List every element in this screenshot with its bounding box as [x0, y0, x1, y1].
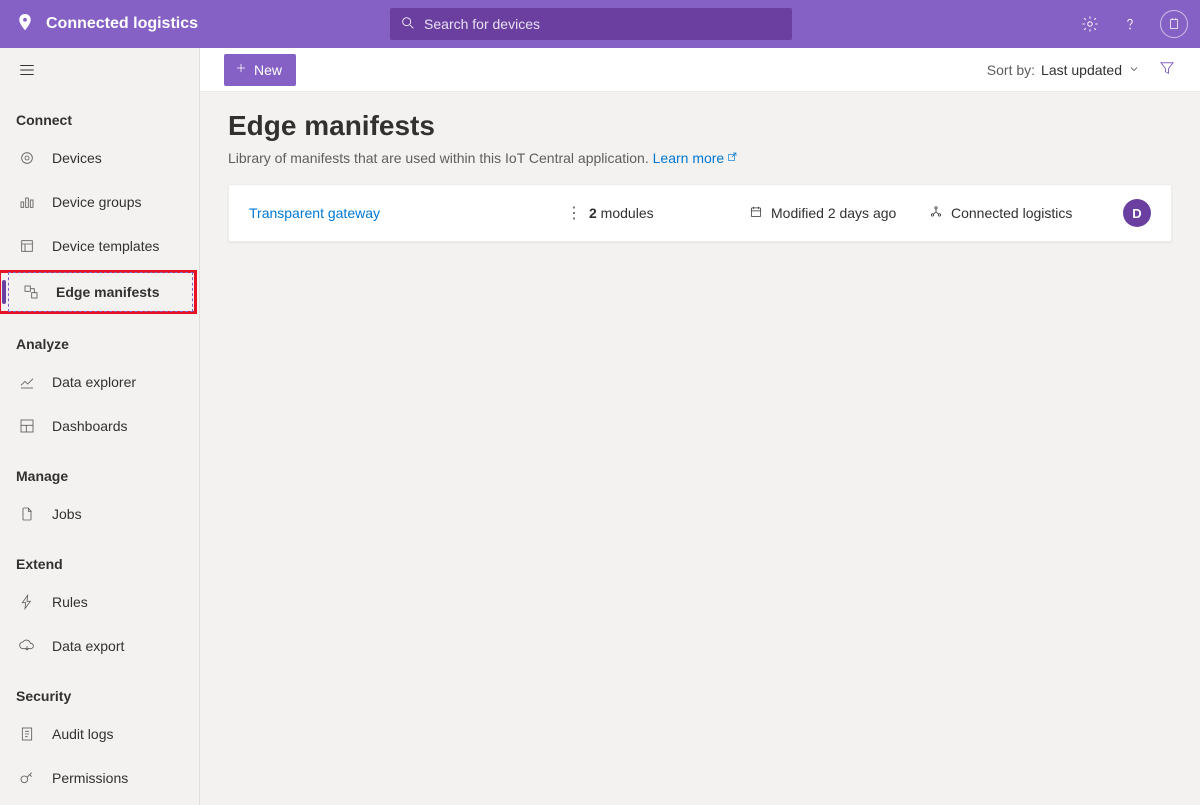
permissions-icon: [18, 769, 36, 787]
subtitle-text: Library of manifests that are used withi…: [228, 150, 653, 166]
org-icon: [929, 205, 943, 222]
nav-section-security: Security: [0, 668, 199, 712]
page-subtitle: Library of manifests that are used withi…: [228, 150, 1172, 166]
nav-item-jobs[interactable]: Jobs: [0, 492, 199, 536]
devices-icon: [18, 149, 36, 167]
manifest-modified: Modified 2 days ago: [749, 205, 929, 222]
nav-item-permissions[interactable]: Permissions: [0, 756, 199, 800]
nav-item-data-export[interactable]: Data export: [0, 624, 199, 668]
nav-item-rules[interactable]: Rules: [0, 580, 199, 624]
chevron-down-icon: [1128, 62, 1140, 78]
sort-label: Sort by:: [987, 62, 1035, 78]
content: Edge manifests Library of manifests that…: [200, 92, 1200, 260]
nav-label: Data explorer: [52, 374, 136, 390]
nav-label: Jobs: [52, 506, 82, 522]
hamburger-menu[interactable]: [0, 48, 199, 92]
org-name: Connected logistics: [951, 205, 1072, 221]
nav-label: Dashboards: [52, 418, 128, 434]
nav-item-dashboards[interactable]: Dashboards: [0, 404, 199, 448]
clock-icon: [749, 205, 763, 222]
nav-label: Permissions: [52, 770, 128, 786]
audit-logs-icon: [18, 725, 36, 743]
user-avatar[interactable]: [1160, 10, 1188, 38]
nav-item-device-templates[interactable]: Device templates: [0, 224, 199, 268]
search-icon: [400, 15, 416, 34]
manifest-org: Connected logistics: [929, 205, 1111, 222]
device-groups-icon: [18, 193, 36, 211]
help-icon[interactable]: [1120, 14, 1140, 34]
search-box[interactable]: [390, 8, 792, 40]
nav-section-connect: Connect: [0, 92, 199, 136]
jobs-icon: [18, 505, 36, 523]
settings-icon[interactable]: [1080, 14, 1100, 34]
app-brand[interactable]: Connected logistics: [12, 13, 198, 36]
nav-label: Device groups: [52, 194, 142, 210]
header-actions: [1080, 10, 1188, 38]
app-title: Connected logistics: [46, 15, 198, 33]
main-area: New Sort by: Last updated Edge manifests…: [200, 48, 1200, 805]
plus-icon: [234, 61, 248, 78]
nav-section-analyze: Analyze: [0, 316, 199, 360]
toolbar: New Sort by: Last updated: [200, 48, 1200, 92]
rules-icon: [18, 593, 36, 611]
manifest-modules: 2 modules: [589, 205, 749, 221]
sort-value: Last updated: [1041, 62, 1122, 78]
module-count: 2: [589, 205, 597, 221]
nav-section-manage: Manage: [0, 448, 199, 492]
data-explorer-icon: [18, 373, 36, 391]
data-export-icon: [18, 637, 36, 655]
dashboards-icon: [18, 417, 36, 435]
owner-avatar: D: [1123, 199, 1151, 227]
location-pin-icon: [16, 13, 34, 36]
filter-icon[interactable]: [1158, 59, 1176, 80]
nav-section-extend: Extend: [0, 536, 199, 580]
manifest-card[interactable]: Transparent gateway ⋮ 2 modules Modified…: [228, 184, 1172, 242]
page-title: Edge manifests: [228, 110, 1172, 142]
more-menu-icon[interactable]: ⋮: [559, 203, 589, 223]
nav-item-device-groups[interactable]: Device groups: [0, 180, 199, 224]
new-button[interactable]: New: [224, 54, 296, 86]
nav-label: Edge manifests: [56, 284, 159, 300]
active-indicator: [2, 280, 6, 304]
nav-label: Data export: [52, 638, 124, 654]
external-link-icon: [726, 150, 738, 166]
nav-item-audit-logs[interactable]: Audit logs: [0, 712, 199, 756]
new-button-label: New: [254, 62, 282, 78]
nav-label: Rules: [52, 594, 88, 610]
device-templates-icon: [18, 237, 36, 255]
search-container: [390, 8, 792, 40]
manifest-name[interactable]: Transparent gateway: [249, 205, 559, 221]
nav-label: Audit logs: [52, 726, 113, 742]
sort-dropdown[interactable]: Sort by: Last updated: [987, 62, 1140, 78]
nav-label: Device templates: [52, 238, 159, 254]
app-header: Connected logistics: [0, 0, 1200, 48]
nav-item-edge-manifests[interactable]: Edge manifests: [4, 270, 195, 314]
module-suffix: modules: [597, 205, 654, 221]
nav-item-devices[interactable]: Devices: [0, 136, 199, 180]
nav-label: Devices: [52, 150, 102, 166]
search-input[interactable]: [424, 16, 782, 32]
edge-manifests-icon: [22, 283, 40, 301]
nav-item-data-explorer[interactable]: Data explorer: [0, 360, 199, 404]
learn-more-link[interactable]: Learn more: [653, 150, 739, 166]
sidebar: Connect Devices Device groups Device tem…: [0, 48, 200, 805]
